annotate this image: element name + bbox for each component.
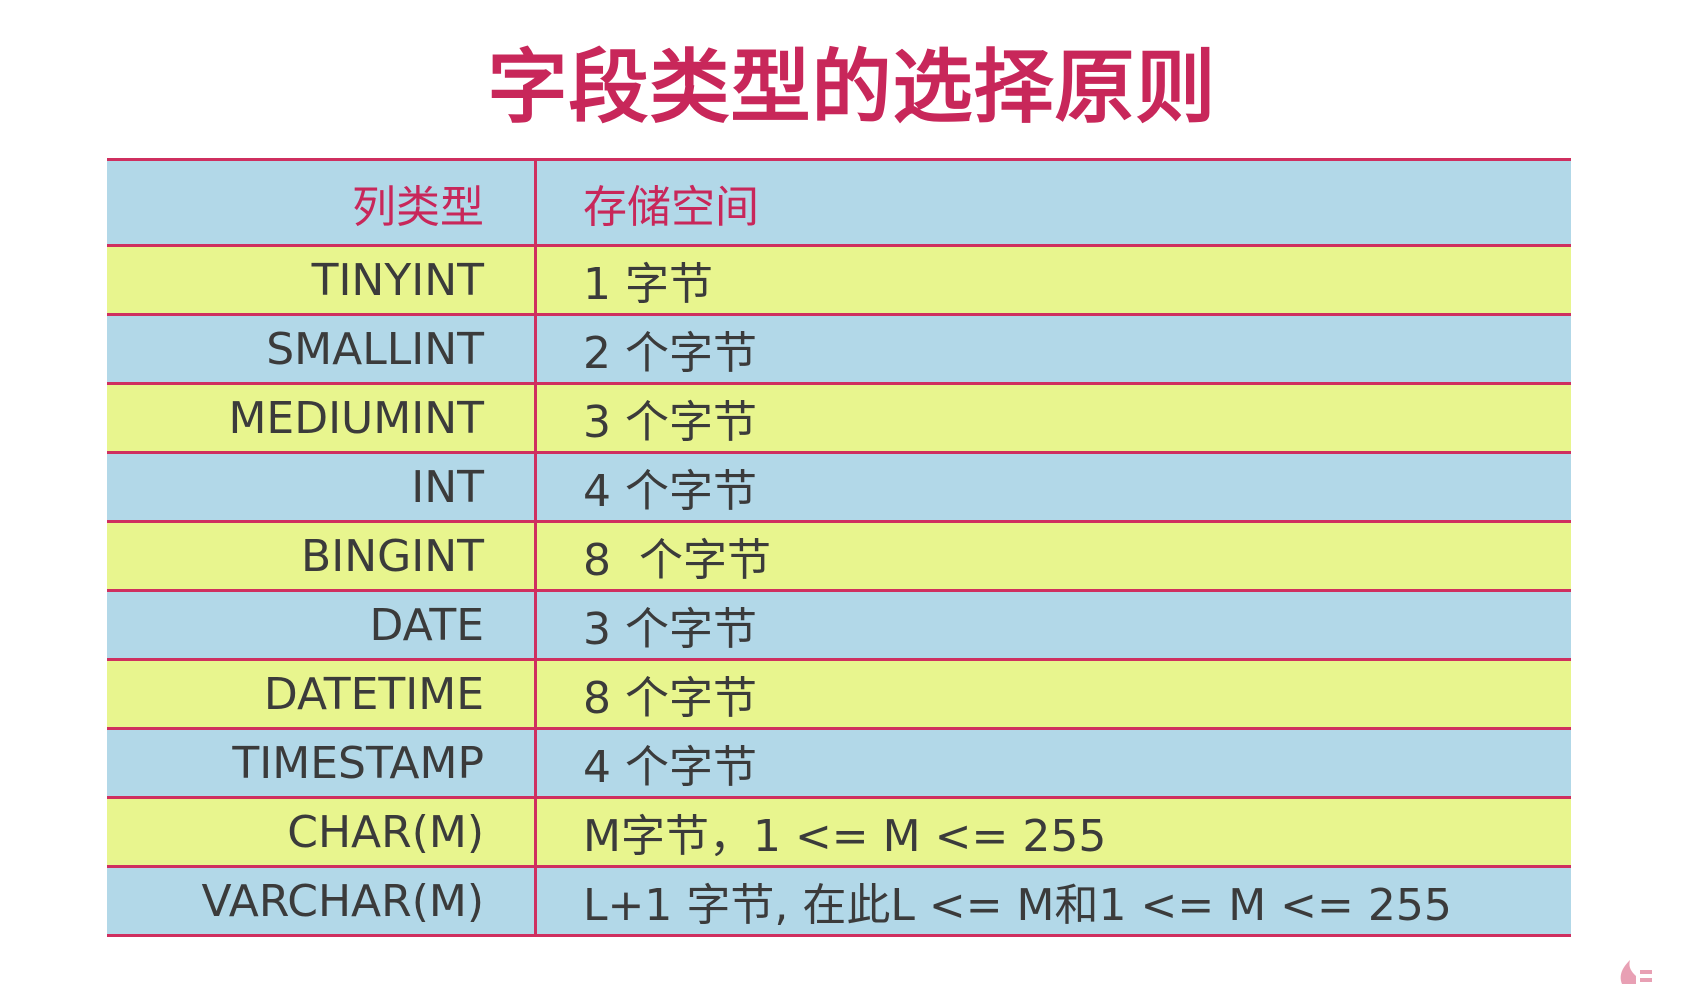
storage-cell: 4 个字节 <box>583 742 757 793</box>
table-row: VARCHAR(M) L+1 字节, 在此L <= M和1 <= M <= 25… <box>107 868 1571 937</box>
table-row: MEDIUMINT 3 个字节 <box>107 385 1571 454</box>
storage-cell: L+1 字节, 在此L <= M和1 <= M <= 255 <box>583 880 1452 931</box>
slide-title: 字段类型的选择原则 <box>487 41 1217 134</box>
storage-cell: 2 个字节 <box>583 328 757 379</box>
storage-cell: 3 个字节 <box>583 397 757 448</box>
storage-cell: M字节，1 <= M <= 255 <box>583 811 1107 862</box>
watermark-logo-icon <box>1620 960 1652 984</box>
storage-cell: 8 个字节 <box>583 673 757 724</box>
header-column-type: 列类型 <box>107 161 537 244</box>
storage-cell: 4 个字节 <box>583 466 757 517</box>
type-cell: TINYINT <box>107 247 537 313</box>
type-cell: BINGINT <box>107 523 537 589</box>
type-cell: CHAR(M) <box>107 799 537 865</box>
table-header-row: 列类型 存储空间 <box>107 161 1571 247</box>
table-row: TIMESTAMP 4 个字节 <box>107 730 1571 799</box>
table-row: INT 4 个字节 <box>107 454 1571 523</box>
table-row: TINYINT 1 字节 <box>107 247 1571 316</box>
header-storage-space: 存储空间 <box>583 181 759 233</box>
type-cell: INT <box>107 454 537 520</box>
table-row: DATE 3 个字节 <box>107 592 1571 661</box>
table-row: SMALLINT 2 个字节 <box>107 316 1571 385</box>
storage-cell: 3 个字节 <box>583 604 757 655</box>
type-cell: DATETIME <box>107 661 537 727</box>
type-cell: TIMESTAMP <box>107 730 537 796</box>
type-cell: DATE <box>107 592 537 658</box>
storage-cell: 1 字节 <box>583 259 713 310</box>
type-cell: VARCHAR(M) <box>107 868 537 934</box>
table-row: DATETIME 8 个字节 <box>107 661 1571 730</box>
storage-cell: 8 个字节 <box>583 535 771 586</box>
table-row: CHAR(M) M字节，1 <= M <= 255 <box>107 799 1571 868</box>
table-row: BINGINT 8 个字节 <box>107 523 1571 592</box>
type-cell: SMALLINT <box>107 316 537 382</box>
column-type-table: 列类型 存储空间 TINYINT 1 字节 SMALLINT 2 个字节 MED… <box>107 158 1571 937</box>
type-cell: MEDIUMINT <box>107 385 537 451</box>
